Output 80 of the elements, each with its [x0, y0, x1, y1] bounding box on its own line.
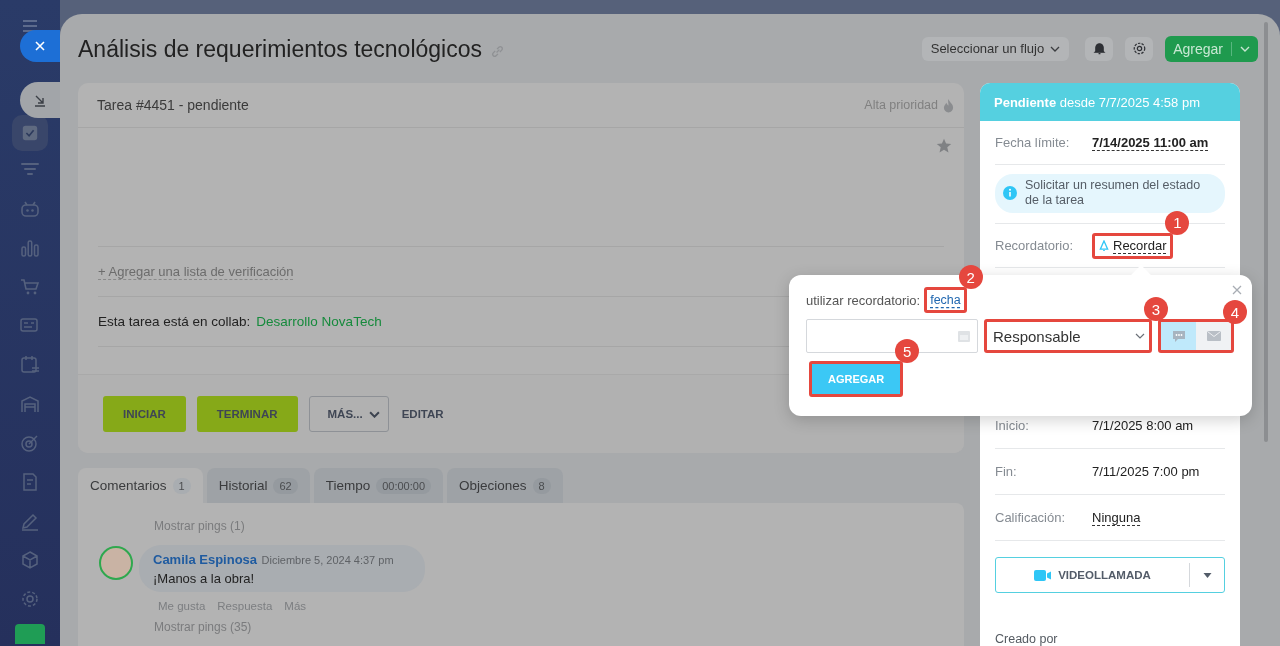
- chat-toggle[interactable]: [1161, 322, 1196, 350]
- tab-count: 1: [172, 477, 191, 494]
- bell-icon: [1092, 42, 1106, 55]
- summary-request-button[interactable]: Solicitar un resumen del estado de la tarea: [995, 174, 1225, 213]
- cube-icon[interactable]: [20, 550, 40, 570]
- callout-badge: 4: [1223, 300, 1247, 324]
- field-label: Fin:: [995, 464, 1018, 479]
- field-label: Inicio:: [995, 418, 1030, 433]
- remind-link[interactable]: Recordar: [1092, 232, 1174, 259]
- envelope-icon: [1206, 331, 1221, 341]
- comment-author[interactable]: Camila Espinosa: [153, 552, 258, 567]
- tasks-button[interactable]: [12, 115, 48, 151]
- status-text: Pendiente desde 7/7/2025 4:58 pm: [994, 94, 1200, 110]
- collab-label: Esta tarea está en collab:: [98, 314, 251, 329]
- field-label: Recordatorio:: [995, 238, 1075, 253]
- link-icon[interactable]: [490, 44, 505, 59]
- chevron-down-icon: [1240, 45, 1250, 52]
- rating-link[interactable]: Ninguna: [1092, 509, 1141, 526]
- tab-count: 62: [273, 477, 298, 494]
- more-button[interactable]: MÁS...: [308, 396, 389, 432]
- field-value: 7/11/2025 7:00 pm: [1092, 464, 1200, 479]
- tab[interactable]: Comentarios 1: [78, 468, 203, 503]
- minimize-button[interactable]: [20, 82, 60, 118]
- created-by-label: Creado por: [995, 632, 1059, 646]
- pen-icon[interactable]: [20, 511, 40, 531]
- add-checklist-link[interactable]: + Agregar una lista de verificación: [98, 263, 294, 280]
- mail-toggle[interactable]: [1196, 322, 1231, 350]
- recipient-select[interactable]: Responsable: [984, 319, 1152, 353]
- video-camera-icon: [1034, 569, 1053, 581]
- bell-icon: [1099, 240, 1109, 251]
- tab[interactable]: Tiempo 00:00:00: [313, 468, 443, 503]
- field-value: 7/1/2025 8:00 am: [1092, 418, 1194, 433]
- notification-button[interactable]: [1085, 36, 1114, 61]
- avatar: [99, 546, 133, 580]
- edit-button[interactable]: EDITAR: [399, 396, 446, 432]
- settings-button[interactable]: [1125, 36, 1154, 61]
- chat-bubble-icon: [1171, 329, 1186, 343]
- tab[interactable]: Historial 62: [206, 468, 310, 503]
- chevron-down-icon: [368, 410, 380, 418]
- chevron-down-icon: [1050, 45, 1061, 52]
- cart-icon[interactable]: [20, 277, 40, 297]
- reminder-label: utilizar recordatorio:: [806, 292, 921, 308]
- close-button[interactable]: [20, 30, 60, 62]
- caret-icon[interactable]: [1203, 572, 1212, 578]
- video-call-button[interactable]: VIDEOLLAMADA: [995, 557, 1225, 593]
- action-button[interactable]: TERMINAR: [196, 396, 298, 432]
- info-icon: [1003, 186, 1017, 200]
- add-button[interactable]: Agregar: [1165, 35, 1258, 62]
- settings-icon[interactable]: [20, 589, 40, 609]
- arrow-down-right-icon: [33, 93, 47, 107]
- callout-badge: 3: [1144, 297, 1168, 321]
- flame-icon[interactable]: [943, 97, 954, 113]
- field-label: Fecha límite:: [995, 135, 1071, 150]
- flow-select[interactable]: Seleccionar un flujo: [921, 36, 1070, 61]
- robot-icon[interactable]: [20, 199, 40, 219]
- document-icon[interactable]: [20, 472, 40, 492]
- target-icon[interactable]: [20, 433, 40, 453]
- task-heading: Tarea #4451 - pendiente: [97, 97, 250, 113]
- calendar-icon[interactable]: [20, 355, 40, 375]
- close-icon: [34, 40, 46, 52]
- date-mode-link[interactable]: fecha: [924, 287, 967, 313]
- bar-chart-icon[interactable]: [20, 238, 40, 258]
- field-label: Calificación:: [995, 510, 1067, 525]
- chevron-down-icon: [1135, 333, 1145, 339]
- star-icon[interactable]: [936, 138, 952, 154]
- settings-icon: [1131, 41, 1147, 56]
- task-title: Análisis de requerimientos tecnológicos: [78, 35, 482, 63]
- tab[interactable]: Objeciones 8: [447, 468, 563, 503]
- deadline-link[interactable]: 7/14/2025 11:00 am: [1092, 134, 1209, 151]
- calendar-icon: [957, 329, 971, 343]
- tab-count: 00:00:00: [376, 477, 431, 494]
- action-button[interactable]: INICIAR: [103, 396, 186, 432]
- tab-count: 8: [532, 477, 551, 494]
- callout-badge: 5: [895, 339, 920, 363]
- comment-text: ¡Manos a la obra!: [153, 571, 256, 586]
- comment-date: Diciembre 5, 2024 4:37 pm: [261, 554, 394, 566]
- app-icon[interactable]: [15, 624, 45, 644]
- warehouse-icon[interactable]: [20, 394, 40, 414]
- checkbox-icon: [21, 124, 39, 142]
- close-icon[interactable]: [1232, 285, 1242, 295]
